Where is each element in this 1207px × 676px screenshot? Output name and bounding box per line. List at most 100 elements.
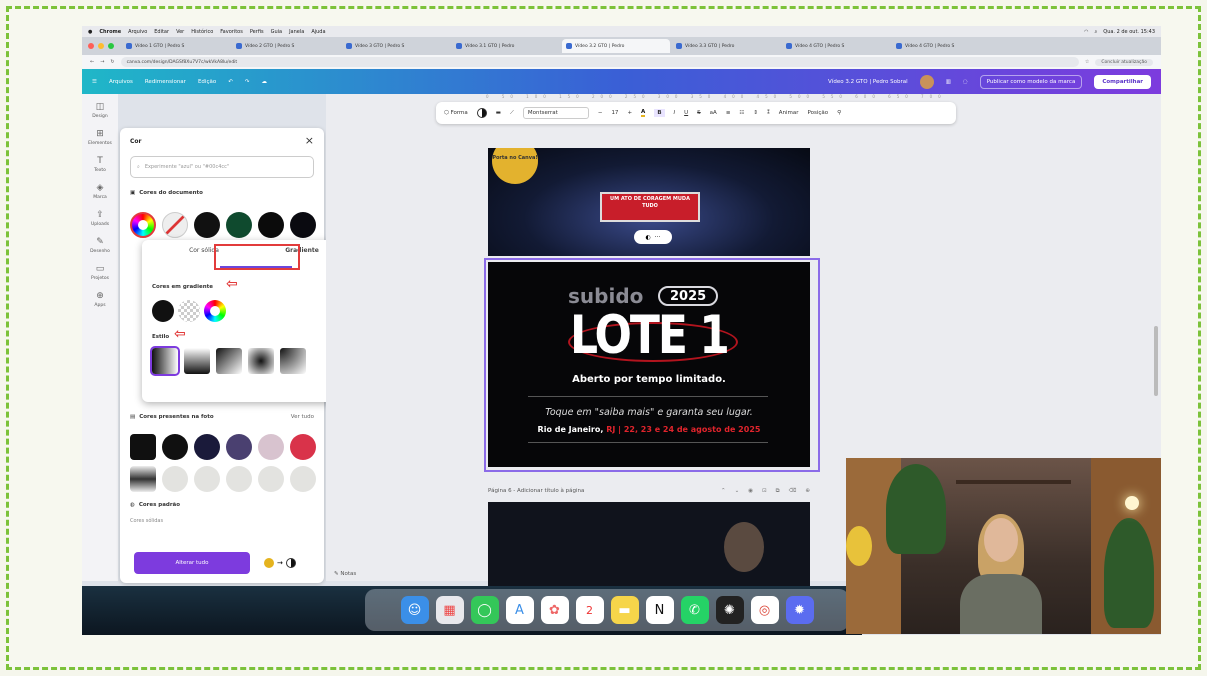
strike-icon[interactable]: S xyxy=(697,110,701,116)
rail-item-design[interactable]: ◫ Design xyxy=(92,102,108,119)
calendar-icon[interactable]: 2 xyxy=(575,596,604,624)
gradient-stop-black[interactable] xyxy=(152,300,174,322)
trash-icon[interactable]: ⌫ xyxy=(789,488,797,495)
page-label[interactable]: Página 6 - Adicionar título à página xyxy=(488,488,584,494)
browser-tab[interactable]: Vídeo 3.3 GTO | Pedro xyxy=(672,39,780,53)
maximize-window-button[interactable] xyxy=(108,43,114,49)
menubar-item[interactable]: Janela xyxy=(289,29,304,35)
finder-icon[interactable]: ☺ xyxy=(400,596,429,624)
doc-color-swatch[interactable] xyxy=(258,212,284,238)
element-mini-toolbar[interactable]: ◐ ··· xyxy=(634,230,672,244)
style-linear-horizontal[interactable] xyxy=(150,346,180,376)
whatsapp-icon[interactable]: ✆ xyxy=(680,596,709,624)
menubar-item[interactable]: Editar xyxy=(154,29,169,35)
menubar-item[interactable]: Guia xyxy=(271,29,283,35)
spacing-icon[interactable]: ⇕ xyxy=(753,110,758,116)
add-gradient-color-swatch[interactable] xyxy=(204,300,226,322)
more-icon[interactable]: ··· xyxy=(655,234,661,241)
chart-icon[interactable]: ▥ xyxy=(946,79,951,85)
redo-icon[interactable]: ↷ xyxy=(245,79,250,85)
doc-color-swatch[interactable] xyxy=(226,212,252,238)
reload-icon[interactable]: ↻ xyxy=(110,59,114,65)
minus-icon[interactable]: − xyxy=(598,110,603,116)
menubar-item[interactable]: Perfis xyxy=(250,29,264,35)
menubar-datetime[interactable]: Qua. 2 de out. 15:43 xyxy=(1103,29,1155,35)
italic-icon[interactable]: I xyxy=(674,110,676,116)
color-button[interactable] xyxy=(476,108,487,118)
style-linear-vertical[interactable] xyxy=(184,348,210,374)
align-icon[interactable]: ≡ xyxy=(726,110,731,116)
menubar-item[interactable]: Ajuda xyxy=(311,29,325,35)
finish-update-button[interactable]: Concluir atualização xyxy=(1095,58,1153,66)
add-page-icon[interactable]: ⊕ xyxy=(805,488,810,495)
photo-color-swatch[interactable] xyxy=(258,434,284,460)
add-color-swatch[interactable] xyxy=(130,212,156,238)
cloud-icon[interactable]: ☁ xyxy=(261,79,267,85)
rail-item-elements[interactable]: ⊞ Elementos xyxy=(88,129,112,146)
font-size-input[interactable]: 17 xyxy=(611,110,618,116)
undo-icon[interactable]: ↶ xyxy=(228,79,233,85)
publish-template-button[interactable]: Publicar como modelo da marca xyxy=(979,74,1083,89)
menubar-item[interactable]: Histórico xyxy=(191,29,213,35)
rail-item-brand[interactable]: ◈ Marca xyxy=(93,183,107,200)
wifi-icon[interactable]: ◠ xyxy=(1084,29,1088,35)
browser-tab-active[interactable]: Vídeo 3.2 GTO | Pedro xyxy=(562,39,670,53)
back-icon[interactable]: ← xyxy=(90,59,94,65)
browser-tab[interactable]: Vídeo 3 GTO | Pedro S xyxy=(342,39,450,53)
paint-icon[interactable]: ⚲ xyxy=(837,110,841,116)
share-button[interactable]: Compartilhar xyxy=(1094,74,1151,89)
rail-item-apps[interactable]: ⊕ Apps xyxy=(94,291,105,308)
animate-button[interactable]: Animar xyxy=(779,110,799,116)
case-icon[interactable]: aA xyxy=(710,110,717,116)
style-radial-corner[interactable] xyxy=(280,348,306,374)
color-search-input[interactable]: ⌕ Experimente "azul" ou "#00c4cc" xyxy=(130,156,314,178)
doc-color-swatch[interactable] xyxy=(194,212,220,238)
notes-button[interactable]: ✎ Notas xyxy=(334,571,356,577)
appstore-icon[interactable]: A xyxy=(505,596,534,624)
comment-icon[interactable]: ◌ xyxy=(963,79,968,85)
design-page-top[interactable]: Porta no Canva! UM ATO DE CORAGEM MUDA T… xyxy=(488,148,810,256)
menubar-item[interactable]: Favoritos xyxy=(220,29,243,35)
address-input[interactable]: canva.com/design/DAGSf8Xu7V7c/wkVkA8lu/e… xyxy=(120,57,1079,67)
chevron-up-icon[interactable]: ⌃ xyxy=(721,488,726,495)
rail-item-projects[interactable]: ▭ Projetos xyxy=(91,264,109,281)
chrome-icon[interactable]: ◎ xyxy=(750,596,779,624)
list-icon[interactable]: ☷ xyxy=(739,110,744,116)
doc-color-swatch[interactable] xyxy=(290,212,316,238)
font-select[interactable]: Montserrat xyxy=(522,107,589,119)
messages-icon[interactable]: ◯ xyxy=(470,596,499,624)
chevron-down-icon[interactable]: ⌄ xyxy=(735,488,740,495)
line-icon[interactable]: ⟋ xyxy=(510,110,514,117)
change-all-button[interactable]: Alterar tudo xyxy=(134,552,250,574)
scrollbar[interactable] xyxy=(1154,326,1158,396)
copy-icon[interactable]: ⧉ xyxy=(776,488,780,495)
menubar-item[interactable]: Ver xyxy=(176,29,184,35)
photo-color-swatch[interactable] xyxy=(290,434,316,460)
lock-icon[interactable]: ⊡ xyxy=(762,488,767,495)
close-window-button[interactable] xyxy=(88,43,94,49)
design-page-next[interactable] xyxy=(488,502,810,586)
photo-thumb-swatch[interactable] xyxy=(130,434,156,460)
bold-icon[interactable]: B xyxy=(654,109,665,117)
shape-button[interactable]: ⬡ Forma xyxy=(444,110,468,116)
menubar-item[interactable]: Arquivo xyxy=(128,29,147,35)
browser-tab[interactable]: Vídeo 4 GTO | Pedro S xyxy=(782,39,890,53)
photo-color-swatch[interactable] xyxy=(226,434,252,460)
underline-icon[interactable]: U xyxy=(684,110,688,116)
menu-resize[interactable]: Redimensionar xyxy=(145,79,186,85)
text-color-icon[interactable]: A xyxy=(641,109,646,117)
photos-icon[interactable]: ✿ xyxy=(540,596,569,624)
hamburger-icon[interactable]: ☰ xyxy=(92,79,97,85)
menubar-app[interactable]: Chrome xyxy=(99,29,121,35)
see-all-link[interactable]: Ver tudo xyxy=(291,414,314,420)
apple-icon[interactable]: ● xyxy=(88,29,92,35)
browser-tab[interactable]: Vídeo 4 GTO | Pedro S xyxy=(892,39,1000,53)
forward-icon[interactable]: → xyxy=(100,59,104,65)
photo-color-swatch[interactable] xyxy=(194,434,220,460)
minimize-window-button[interactable] xyxy=(98,43,104,49)
selection-box[interactable] xyxy=(484,258,820,472)
border-icon[interactable]: ▬ xyxy=(496,110,501,116)
avatar[interactable] xyxy=(919,74,934,89)
effects-icon[interactable]: ⁑ xyxy=(767,110,770,116)
rail-item-text[interactable]: T Texto xyxy=(94,156,106,173)
